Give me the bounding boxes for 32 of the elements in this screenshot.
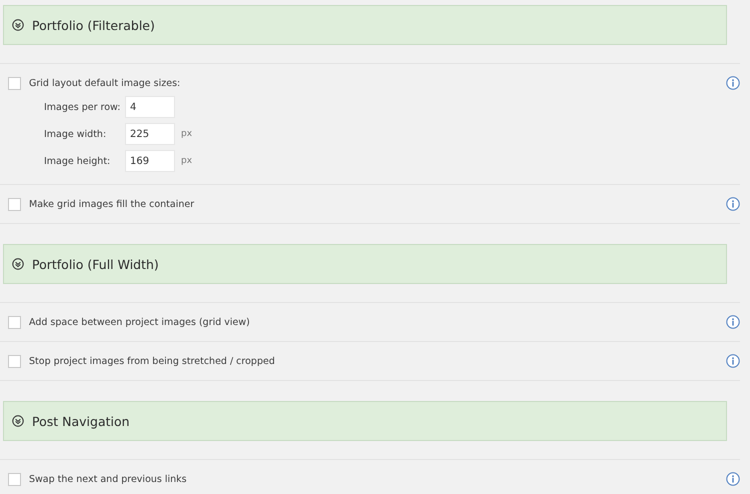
chevron-down-icon[interactable] [12, 19, 24, 31]
option-label: Swap the next and previous links [29, 474, 188, 484]
section-title: Portfolio (Full Width) [32, 256, 159, 272]
info-icon[interactable] [726, 76, 740, 90]
info-icon[interactable] [726, 197, 740, 211]
option-label: Add space between project images (grid view) [29, 316, 251, 328]
option-label: Make grid images fill the container [29, 198, 196, 210]
section-header[interactable]: Portfolio (Filterable) [3, 5, 727, 45]
info-icon[interactable] [726, 472, 740, 486]
field-label: Image height: [44, 156, 112, 166]
chevron-down-icon[interactable] [12, 258, 24, 270]
checkbox[interactable] [8, 472, 21, 486]
input-field[interactable]: 225 [125, 123, 175, 145]
unit-label: px [181, 156, 194, 166]
input-field[interactable]: 4 [125, 96, 175, 118]
option-label: Stop project images from being stretched / cropped [29, 356, 276, 366]
checkbox[interactable] [8, 76, 21, 90]
chevron-down-icon[interactable] [12, 415, 24, 427]
section-header[interactable]: Post Navigation [3, 401, 727, 441]
checkbox[interactable] [8, 198, 21, 210]
input-field[interactable]: 169 [125, 150, 175, 172]
unit-label: px [181, 129, 194, 139]
section-title: Post Navigation [32, 414, 130, 428]
option-label: Grid layout default image sizes: [29, 78, 182, 88]
checkbox[interactable] [8, 316, 21, 328]
field-label: Images per row: [44, 102, 121, 112]
info-icon[interactable] [726, 315, 740, 329]
field-label: Image width: [44, 128, 108, 140]
info-icon[interactable] [726, 354, 740, 368]
checkbox[interactable] [8, 354, 21, 368]
section-title: Portfolio (Filterable) [32, 18, 155, 32]
section-header[interactable]: Portfolio (Full Width) [3, 244, 727, 284]
